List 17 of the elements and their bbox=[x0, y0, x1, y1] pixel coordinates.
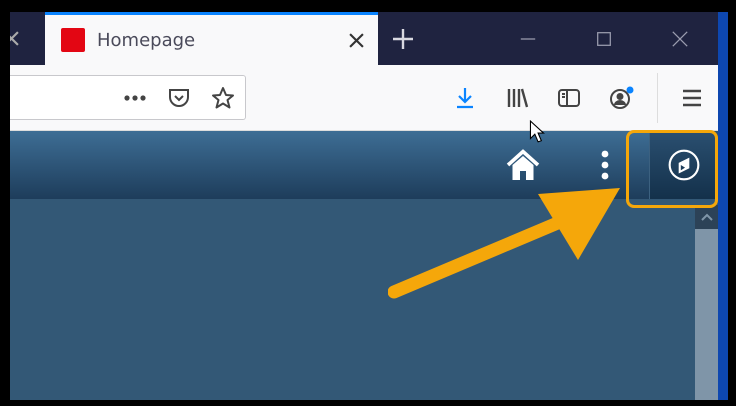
navigator-button[interactable] bbox=[649, 131, 718, 199]
more-options-icon[interactable] bbox=[601, 149, 609, 181]
close-icon[interactable] bbox=[671, 30, 689, 48]
close-icon[interactable] bbox=[349, 32, 364, 48]
home-icon[interactable] bbox=[505, 147, 541, 183]
tab-title: Homepage bbox=[97, 30, 196, 50]
scrollbar[interactable] bbox=[695, 205, 718, 400]
site-favicon-icon bbox=[61, 28, 85, 52]
address-bar[interactable] bbox=[10, 75, 246, 120]
new-tab-icon[interactable] bbox=[393, 28, 413, 48]
browser-tab[interactable]: Homepage bbox=[45, 12, 378, 65]
compass-icon bbox=[667, 148, 701, 182]
account-icon[interactable] bbox=[609, 86, 635, 110]
maximize-icon[interactable] bbox=[595, 30, 613, 48]
star-icon[interactable] bbox=[211, 86, 235, 110]
scroll-up-icon[interactable] bbox=[700, 213, 712, 221]
more-icon[interactable] bbox=[123, 94, 147, 102]
